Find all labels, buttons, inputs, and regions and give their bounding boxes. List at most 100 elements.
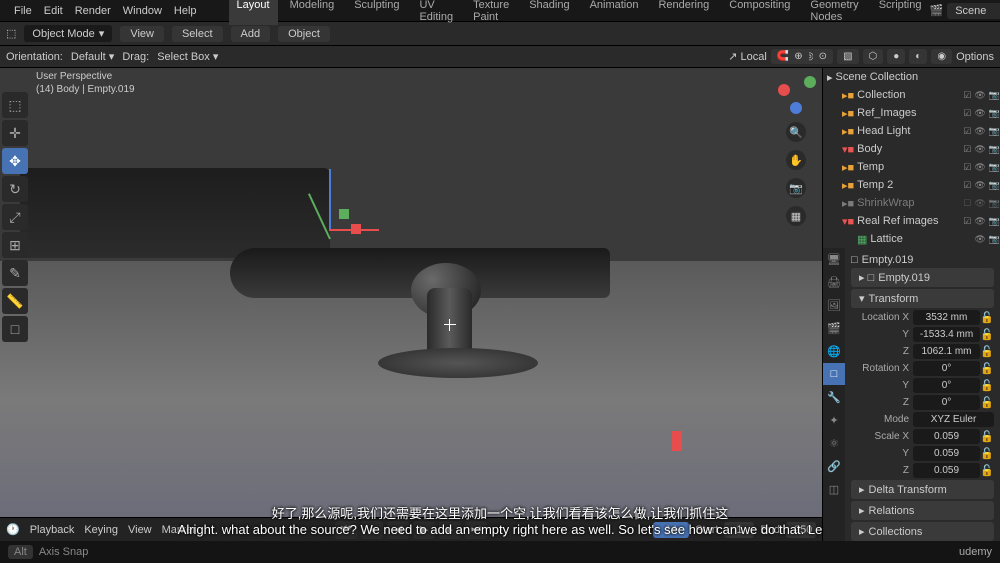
transform-section[interactable]: ▾ Transform	[851, 289, 994, 308]
exclude-icon[interactable]: ☑	[963, 144, 971, 155]
editor-type-icon[interactable]: ⬚	[6, 27, 16, 40]
nav-z-icon[interactable]	[790, 102, 802, 114]
outliner-item[interactable]: ▸■ShrinkWrap☐👁📷	[823, 194, 1000, 212]
eye-icon[interactable]: 👁	[974, 126, 985, 137]
shading-render-icon[interactable]: ◉	[931, 49, 952, 64]
axis-z-icon[interactable]	[329, 169, 331, 229]
render-icon[interactable]: 📷	[989, 90, 1000, 101]
jump-end-icon[interactable]: ⏭	[465, 521, 487, 539]
zoom-icon[interactable]: 🔍	[786, 122, 806, 142]
timeline-view[interactable]: View	[128, 524, 152, 536]
tool-select-icon[interactable]: ⬚	[2, 92, 28, 118]
lock-icon[interactable]: 🔓	[980, 447, 994, 460]
timeline-marker[interactable]: Marker	[162, 524, 196, 536]
options-dropdown[interactable]: Options	[956, 51, 994, 63]
nav-gizmo[interactable]	[776, 74, 816, 114]
object-name-row[interactable]: ▸ □Empty.019	[851, 268, 994, 287]
exclude-icon[interactable]: ☑	[963, 126, 971, 137]
transform-orient-dropdown[interactable]: ↗ Local	[728, 50, 767, 63]
rot-y-field[interactable]: 0°	[913, 378, 980, 393]
lock-icon[interactable]: 🔓	[980, 345, 994, 358]
rot-z-field[interactable]: 0°	[913, 395, 980, 410]
menu-object[interactable]: Object	[278, 26, 330, 42]
outliner-item[interactable]: ▸■Head Light☑👁📷	[823, 122, 1000, 140]
nav-x-icon[interactable]	[778, 84, 790, 96]
scale-y-field[interactable]: 0.059	[913, 446, 980, 461]
eye-icon[interactable]: 👁	[974, 216, 985, 227]
tool-annotate-icon[interactable]: ✎	[2, 260, 28, 286]
start-frame-field[interactable]: 1	[724, 522, 754, 538]
shading-solid-icon[interactable]: ●	[887, 49, 905, 64]
lock-icon[interactable]: 🔓	[980, 396, 994, 409]
ptab-render-icon[interactable]: 🖥	[823, 248, 845, 270]
ws-tab-texpaint[interactable]: Texture Paint	[465, 0, 517, 25]
menu-select[interactable]: Select	[172, 26, 223, 42]
eye-icon[interactable]: 👁	[974, 162, 985, 173]
ptab-physics-icon[interactable]: ⚛	[823, 432, 845, 454]
keyframe-prev-icon[interactable]: ◂	[361, 521, 383, 539]
exclude-icon[interactable]: ☑	[963, 162, 971, 173]
outliner-item[interactable]: ▸■Temp 2☑👁📷	[823, 176, 1000, 194]
plane-x-handle[interactable]	[351, 224, 361, 234]
persp-toggle-icon[interactable]: ▦	[786, 206, 806, 226]
rot-x-field[interactable]: 0°	[913, 361, 980, 376]
eye-icon[interactable]: 👁	[974, 144, 985, 155]
3d-viewport[interactable]: User Perspective (14) Body | Empty.019 ⬚…	[0, 68, 822, 541]
overlay-toggle-icon[interactable]: ⊙	[813, 49, 833, 64]
select-box-dropdown[interactable]: Select Box ▾	[157, 50, 218, 63]
lock-icon[interactable]: 🔓	[980, 430, 994, 443]
outliner-item[interactable]: ▾■Real Ref images☑👁📷	[823, 212, 1000, 230]
tool-measure-icon[interactable]: 📏	[2, 288, 28, 314]
eye-icon[interactable]: 👁	[974, 198, 985, 209]
lock-icon[interactable]: 🔓	[980, 362, 994, 375]
outliner-scene-root[interactable]: ▸ Scene Collection	[823, 68, 1000, 86]
ws-tab-shading[interactable]: Shading	[521, 0, 577, 25]
current-frame-field[interactable]: 14	[653, 522, 689, 538]
tool-scale-icon[interactable]: ⤢	[2, 204, 28, 230]
timeline-editor-icon[interactable]: 🕐	[6, 523, 20, 536]
render-icon[interactable]: 📷	[989, 108, 1000, 119]
exclude-icon[interactable]: ☑	[963, 216, 971, 227]
render-icon[interactable]: 📷	[989, 180, 1000, 191]
eye-icon[interactable]: 👁	[974, 234, 985, 245]
plane-y-handle[interactable]	[339, 209, 349, 219]
nav-y-icon[interactable]	[804, 76, 816, 88]
gizmo-toggle-icon[interactable]: ⊕	[788, 49, 808, 64]
eye-icon[interactable]: 👁	[974, 180, 985, 191]
ws-tab-script[interactable]: Scripting	[871, 0, 930, 25]
ws-tab-anim[interactable]: Animation	[582, 0, 647, 25]
ptab-particle-icon[interactable]: ✦	[823, 409, 845, 431]
outliner[interactable]: ▸ Scene Collection ▸■Collection☑👁📷 ▸■Ref…	[823, 68, 1000, 248]
shading-matprev-icon[interactable]: ◐	[909, 49, 927, 64]
outliner-item[interactable]: ▸■Temp☑👁📷	[823, 158, 1000, 176]
loc-y-field[interactable]: -1533.4 mm	[913, 327, 980, 342]
xray-icon[interactable]: ▧	[837, 49, 858, 64]
ptab-data-icon[interactable]: ◫	[823, 478, 845, 500]
lock-icon[interactable]: 🔓	[980, 464, 994, 477]
lock-icon[interactable]: 🔓	[980, 328, 994, 341]
ptab-world-icon[interactable]: 🌐	[823, 340, 845, 362]
eye-icon[interactable]: 👁	[974, 108, 985, 119]
ptab-scene-icon[interactable]: 🎬	[823, 317, 845, 339]
outliner-item[interactable]: ▸■Ref_Images☑👁📷	[823, 104, 1000, 122]
outliner-item[interactable]: ▦Lattice👁📷	[823, 230, 1000, 248]
tool-cursor-icon[interactable]: ✛	[2, 120, 28, 146]
scale-z-field[interactable]: 0.059	[913, 463, 980, 478]
exclude-icon[interactable]: ☑	[963, 180, 971, 191]
ws-tab-modeling[interactable]: Modeling	[282, 0, 343, 25]
ws-tab-geo[interactable]: Geometry Nodes	[802, 0, 866, 25]
loc-z-field[interactable]: 1062.1 mm	[913, 344, 980, 359]
play-icon[interactable]: ▶	[413, 521, 435, 539]
outliner-item[interactable]: ▸■Collection☑👁📷	[823, 86, 1000, 104]
menu-view[interactable]: View	[120, 26, 164, 42]
render-icon[interactable]: 📷	[989, 162, 1000, 173]
camera-toggle-icon[interactable]: 📷	[786, 178, 806, 198]
object-name-field[interactable]: Empty.019	[862, 254, 914, 266]
ws-tab-uv[interactable]: UV Editing	[411, 0, 461, 25]
render-icon[interactable]: 📷	[989, 198, 1000, 209]
exclude-icon[interactable]: ☑	[963, 90, 971, 101]
render-icon[interactable]: 📷	[989, 126, 1000, 137]
ws-tab-sculpting[interactable]: Sculpting	[346, 0, 407, 25]
delta-section[interactable]: ▸ Delta Transform	[851, 480, 994, 499]
relations-section[interactable]: ▸ Relations	[851, 501, 994, 520]
